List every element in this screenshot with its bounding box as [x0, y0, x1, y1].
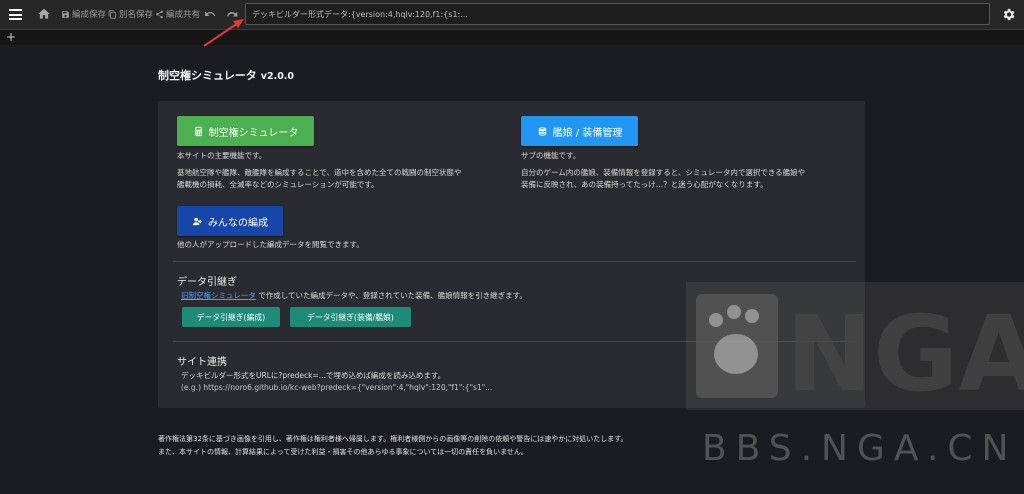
- calculator-icon: [194, 126, 202, 136]
- account-group-icon: [192, 217, 203, 225]
- simulator-desc-1: 本サイトの主要機能です。: [177, 151, 267, 160]
- database-icon: [538, 126, 546, 136]
- share-button[interactable]: 編成共有: [155, 8, 200, 20]
- save-button[interactable]: 編成保存: [61, 8, 106, 20]
- manage-desc-1: サブの機能です。: [521, 151, 581, 160]
- collab-line-2: (e.g.) https://noro6.github.io/kc-web?pr…: [181, 383, 493, 392]
- footer-line-1: 著作権法第32条に基づき画像を引用し、著作権は権利者様へ帰属します。権利者様側か…: [158, 435, 628, 443]
- undo-icon[interactable]: [204, 8, 216, 20]
- redo-icon[interactable]: [226, 8, 238, 20]
- manage-desc-3: 装備に反映され、あの装備持ってたっけ…？と迷う心配がなくなります。: [521, 180, 768, 189]
- divider: [173, 261, 856, 262]
- simulator-button[interactable]: 制空権シミュレータ: [177, 116, 314, 146]
- old-simulator-link[interactable]: 旧制空権シミュレータ: [181, 291, 256, 300]
- simulator-desc-3: 艦載機の損耗、全滅率などのシミュレーションが可能です。: [177, 180, 379, 189]
- add-tab-button[interactable]: +: [6, 30, 16, 44]
- share-label: 編成共有: [166, 10, 201, 20]
- transfer-equipment-button[interactable]: データ引継ぎ(装備/艦娘): [290, 307, 411, 327]
- app-title-text: 制空権シミュレータ: [158, 69, 257, 82]
- save-label: 編成保存: [72, 10, 107, 20]
- nga-watermark-url: BBS.NGA.CN: [702, 428, 1018, 469]
- transfer-section-title: データ引継ぎ: [177, 277, 237, 288]
- share-icon: [156, 10, 163, 18]
- collab-section-title: サイト連携: [177, 357, 227, 368]
- footer-line-2: また、本サイトの情報、計算結果によって受けた利益・損害その他あらゆる事象について…: [158, 447, 528, 456]
- ship-equipment-manage-button[interactable]: 艦娘 / 装備管理: [521, 116, 638, 146]
- everyones-fleets-button[interactable]: みんなの編成: [177, 206, 283, 236]
- transfer-fleet-button[interactable]: データ引継ぎ(編成): [182, 307, 280, 327]
- save-icon: [62, 10, 69, 18]
- simulator-button-label: 制空権シミュレータ: [208, 127, 299, 139]
- menu-icon[interactable]: [9, 9, 22, 20]
- save-as-label: 別名保存: [119, 10, 154, 20]
- app-version: v2.0.0: [260, 71, 295, 82]
- save-as-button[interactable]: 別名保存: [108, 8, 153, 20]
- top-toolbar: 編成保存 別名保存 編成共有: [0, 0, 1024, 30]
- transfer-desc-text: で作成していた編成データや、登録されていた装備、艦娘情報を引き継ぎます。: [258, 291, 527, 300]
- transfer-desc: 旧制空権シミュレータ で作成していた編成データや、登録されていた装備、艦娘情報を…: [181, 289, 527, 303]
- page-title: 制空権シミュレータ v2.0.0: [158, 67, 294, 83]
- everyones-fleets-desc: 他の人がアップロードした編成データを閲覧できます。: [177, 240, 364, 249]
- deck-data-input[interactable]: [245, 3, 990, 25]
- everyones-fleets-label: みんなの編成: [208, 217, 268, 229]
- tab-strip: +: [0, 30, 1024, 45]
- footer-notice: 著作権法第32条に基づき画像を引用し、著作権は権利者様へ帰属します。権利者様側か…: [158, 433, 628, 458]
- nga-watermark-logo: NGA: [686, 282, 1024, 410]
- copy-icon: [108, 9, 116, 19]
- nga-watermark-text: NGA: [786, 293, 1024, 410]
- gear-icon[interactable]: [1001, 7, 1016, 22]
- home-icon[interactable]: [37, 7, 51, 21]
- manage-button-label: 艦娘 / 装備管理: [552, 127, 623, 139]
